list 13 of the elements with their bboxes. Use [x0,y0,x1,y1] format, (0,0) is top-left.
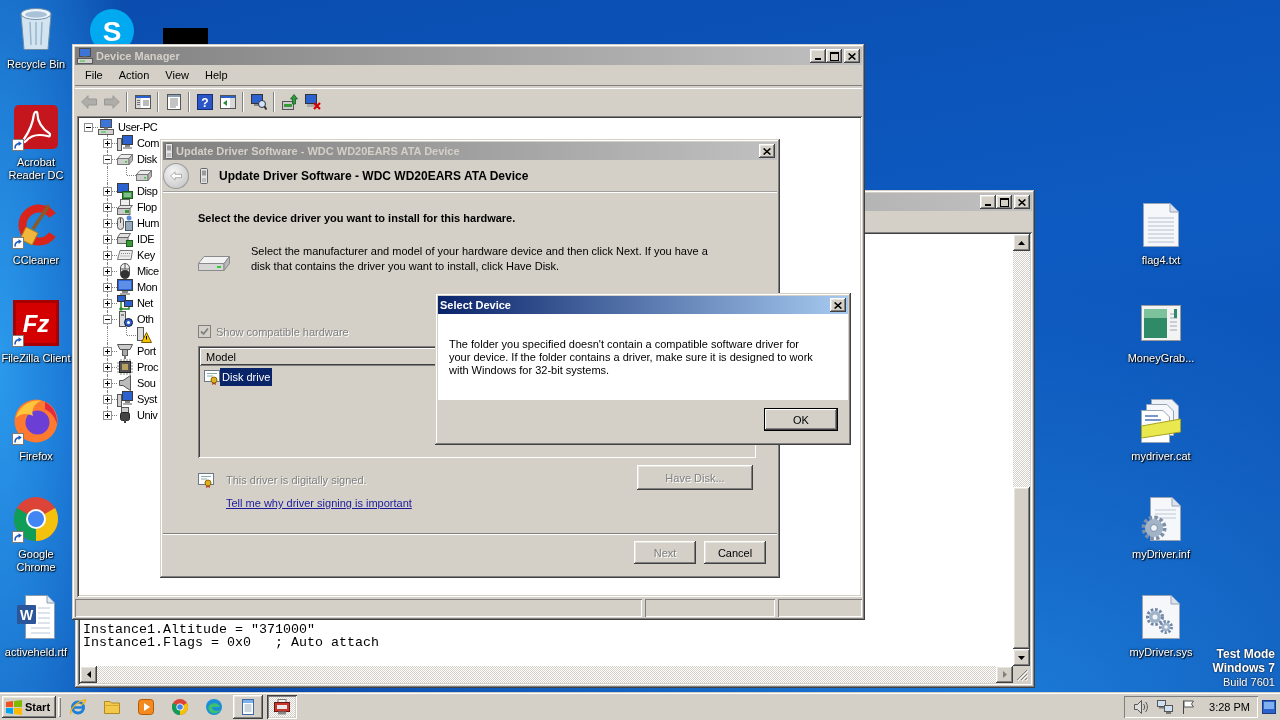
text-line: Instance1.Altitude = "371000" [83,623,316,636]
instruction-text: Select the manufacturer and model of your hardware device and then click Next. If you have a disk that contains the driver you want to install, click Have Disk. [251,244,709,274]
signature-status-text: This driver is digitally signed. [226,473,367,487]
test-mode-text: Windows 7 [1212,661,1275,675]
wizard-heading: Update Driver Software - WDC WD20EARS ATA Device [219,168,529,183]
text-line: Instance1.Flags = 0x0 ; Auto attach [83,636,380,649]
window-title: Select Device [440,299,511,311]
window-title: Update Driver Software - WDC WD20EARS ATA Device [176,145,460,157]
test-mode-text: Build 7601 [1222,675,1275,689]
window-title: Device Manager [96,50,180,62]
test-mode-text: Test Mode [1215,647,1275,661]
instruction-heading: Select the device driver you want to install for this hardware. [198,211,517,225]
checkbox-label: Show compatible hardware [216,325,349,338]
